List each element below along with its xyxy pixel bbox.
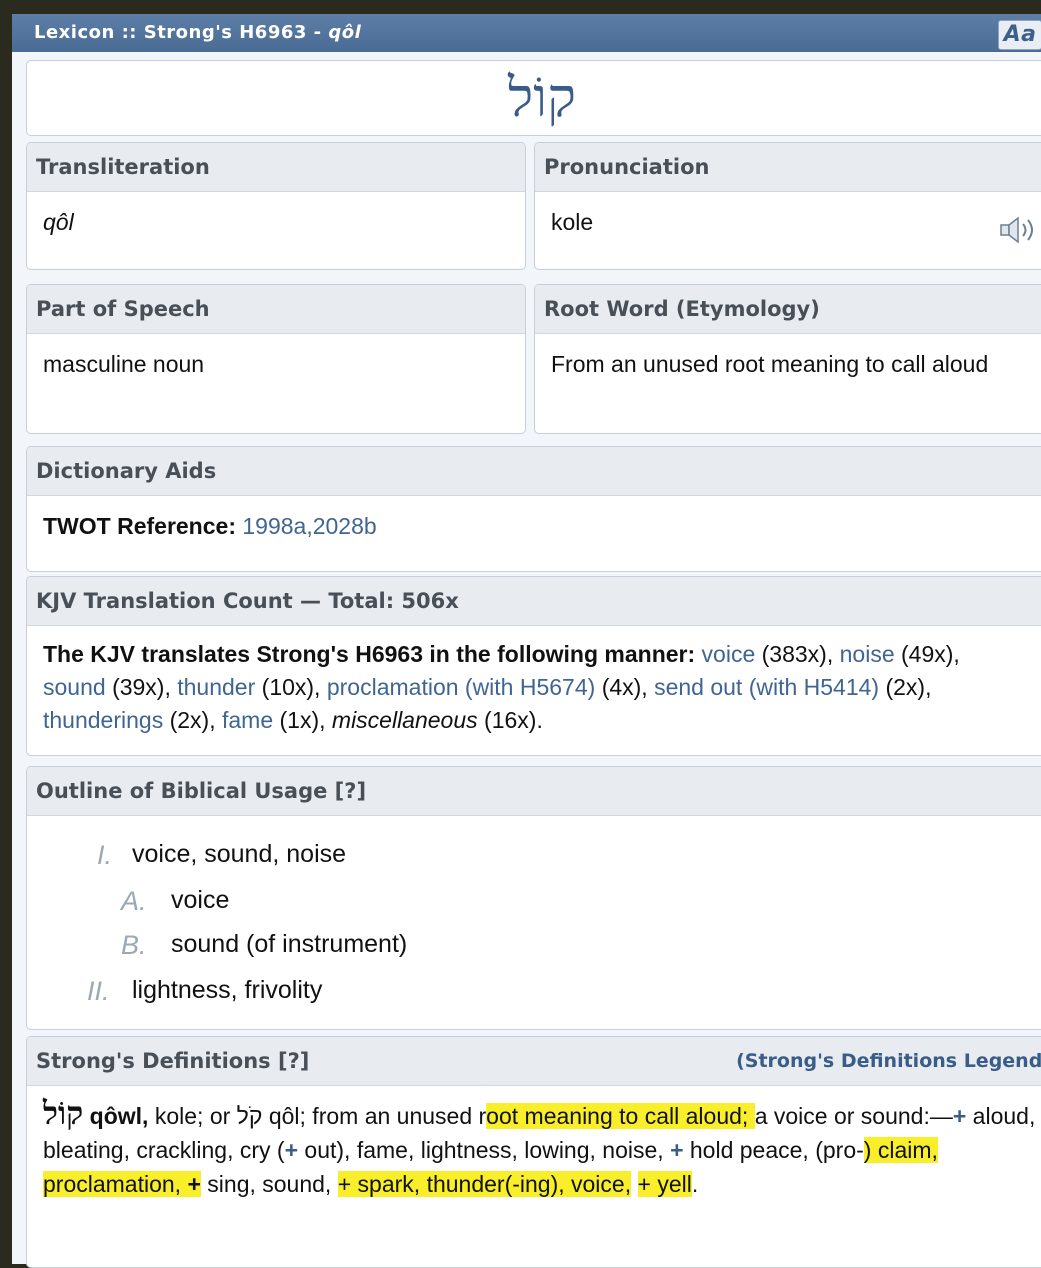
dictionary-aids-heading: Dictionary Aids [27,447,1041,496]
part-of-speech-heading: Part of Speech [27,285,525,334]
highlight: + yell [637,1171,692,1197]
kjv-misc: miscellaneous [331,707,478,733]
outline-panel: Outline of Biblical Usage [?] I. voice, … [26,766,1041,1030]
strongs-legend-link[interactable]: (Strong's Definitions Legend) [736,1037,1041,1085]
root-word-heading: Root Word (Etymology) [535,285,1041,334]
pronunciation-panel: Pronunciation kole [534,142,1041,270]
kjv-count: (16x). [484,707,543,733]
window-titlebar: Lexicon :: Strong's H6963 - qôl Aa [12,14,1041,52]
kjv-count: (49x), [901,641,960,667]
def-text: hold peace, (pro- [683,1137,864,1163]
alt-hebrew: קֹל [236,1103,263,1129]
twot-link[interactable]: 1998a,2028b [242,513,376,539]
outline-item: lightness, frivolity [132,976,323,1004]
strongs-translit: qôwl, [89,1103,149,1129]
kjv-word[interactable]: sound [43,674,106,700]
outline-num: A. [121,886,147,916]
lexicon-window: Lexicon :: Strong's H6963 - qôl Aa קוֹל … [12,14,1041,1268]
transliteration-value: qôl [43,209,74,235]
kjv-word[interactable]: fame [222,707,273,733]
def-text: qôl; from an unused r [262,1103,487,1129]
strongs-heading[interactable]: Strong's Definitions [?] [36,1049,309,1073]
kjv-word[interactable]: send out (with H5414) [654,674,879,700]
strongs-heading-bar: Strong's Definitions [?] (Strong's Defin… [27,1037,1041,1086]
pronunciation-heading: Pronunciation [535,143,1041,192]
kjv-count: (383x), [761,641,834,667]
root-word-value: From an unused root meaning to call alou… [551,351,989,377]
part-of-speech-value: masculine noun [43,351,205,377]
font-size-button[interactable]: Aa [998,20,1041,50]
kjv-panel: KJV Translation Count — Total: 506x The … [26,576,1041,756]
twot-reference: TWOT Reference: 1998a,2028b [27,496,1041,555]
plus-sign: + [952,1103,967,1129]
highlight: + [187,1171,201,1197]
pronunciation-value: kole [551,209,594,235]
plus-sign: + [670,1137,684,1163]
kjv-count: (4x), [601,674,648,700]
titlebar-word: qôl [328,22,362,43]
outline-heading[interactable]: Outline of Biblical Usage [?] [27,767,1041,816]
highlight: oot meaning to call aloud; [486,1103,755,1129]
outline-num: B. [121,930,147,960]
part-of-speech-panel: Part of Speech masculine noun [26,284,526,434]
outline-num: II. [87,976,110,1006]
outline-item: sound (of instrument) [171,930,408,958]
kjv-word[interactable]: noise [840,641,895,667]
kjv-intro: The KJV translates Strong's H6963 in the… [43,641,696,667]
kjv-word[interactable]: thunderings [43,707,163,733]
outline-item: voice, sound, noise [132,840,347,868]
kjv-count: (39x), [112,674,171,700]
kjv-heading: KJV Translation Count — Total: 506x [27,577,1041,626]
titlebar-prefix: Lexicon :: Strong's H6963 - [34,22,329,43]
kjv-word[interactable]: proclamation (with H5674) [327,674,595,700]
kjv-word[interactable]: thunder [177,674,255,700]
def-text: kole; or [148,1103,237,1129]
twot-label: TWOT Reference: [43,513,236,539]
speaker-icon[interactable] [999,215,1039,245]
kjv-word[interactable]: voice [702,641,756,667]
plus-sign: + [284,1137,299,1163]
strongs-definition: קוֹל qôwl, kole; or קֹל qôl; from an unu… [27,1086,1041,1211]
strongs-panel: Strong's Definitions [?] (Strong's Defin… [26,1036,1041,1268]
kjv-count: (1x), [279,707,326,733]
outline-item: voice [171,886,230,914]
root-word-panel: Root Word (Etymology) From an unused roo… [534,284,1041,434]
def-text: out), fame, lightness, lowing, noise, [298,1137,671,1163]
headword-hebrew: קוֹל [508,66,576,129]
transliteration-heading: Transliteration [27,143,525,192]
outline-num: I. [97,840,113,870]
def-text: sing, sound, [200,1171,338,1197]
outline-list: I. voice, sound, noise A. voice B. sound… [27,816,1041,1016]
kjv-count: (2x), [169,707,216,733]
kjv-body: The KJV translates Strong's H6963 in the… [27,626,1041,749]
headword-panel: קוֹל [26,60,1041,136]
transliteration-panel: Transliteration qôl [26,142,526,270]
dictionary-aids-panel: Dictionary Aids TWOT Reference: 1998a,20… [26,446,1041,572]
highlight: + spark, thunder(-ing), voice, [337,1171,632,1197]
def-text: a voice or sound:— [754,1103,953,1129]
strongs-hebrew: קוֹל [43,1094,84,1132]
def-text: . [691,1171,699,1197]
kjv-count: (10x), [261,674,321,700]
kjv-count: (2x), [885,674,932,700]
